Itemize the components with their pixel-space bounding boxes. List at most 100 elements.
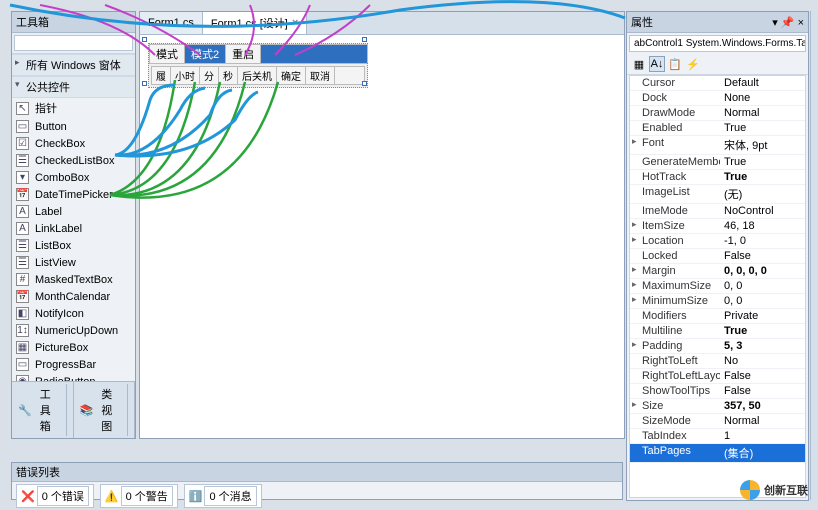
design-button[interactable]: 取消 xyxy=(306,67,335,84)
tabpage-2[interactable]: 模式2 xyxy=(184,44,226,63)
property-value[interactable]: 0, 0 xyxy=(720,294,805,308)
property-value[interactable]: True xyxy=(720,155,805,169)
property-value[interactable]: 宋体, 9pt xyxy=(720,136,805,154)
tool-item[interactable]: 📅MonthCalendar xyxy=(12,288,135,305)
properties-title-bar[interactable]: 属性 ▾ 📌 × xyxy=(627,12,808,33)
tool-item[interactable]: ALabel xyxy=(12,203,135,220)
property-value[interactable]: Private xyxy=(720,309,805,323)
property-row[interactable]: RightToLeftLayoutFalse xyxy=(630,369,805,384)
messages-filter[interactable]: ℹ️ 0 个消息 xyxy=(184,484,262,508)
property-value[interactable]: Normal xyxy=(720,106,805,120)
tool-item[interactable]: ▭Button xyxy=(12,118,135,135)
tool-item[interactable]: 1↕NumericUpDown xyxy=(12,322,135,339)
property-row[interactable]: GenerateMemberTrue xyxy=(630,155,805,170)
close-icon[interactable]: × xyxy=(292,17,298,29)
property-value[interactable]: False xyxy=(720,249,805,263)
tool-item[interactable]: ▭ProgressBar xyxy=(12,356,135,373)
property-row[interactable]: DockNone xyxy=(630,91,805,106)
property-value[interactable]: Default xyxy=(720,76,805,90)
resize-handle[interactable] xyxy=(362,81,367,86)
property-row[interactable]: LockedFalse xyxy=(630,249,805,264)
close-icon[interactable]: × xyxy=(798,17,804,29)
property-row[interactable]: ImageList(无) xyxy=(630,185,805,204)
property-value[interactable]: False xyxy=(720,369,805,383)
categorized-icon[interactable]: ▦ xyxy=(631,56,647,72)
property-row[interactable]: ImeModeNoControl xyxy=(630,204,805,219)
property-value[interactable]: (集合) xyxy=(720,444,805,462)
property-value[interactable]: True xyxy=(720,324,805,338)
tool-item[interactable]: #MaskedTextBox xyxy=(12,271,135,288)
tool-item[interactable]: ◧NotifyIcon xyxy=(12,305,135,322)
design-button[interactable]: 后关机 xyxy=(238,67,277,84)
properties-icon[interactable]: 📋 xyxy=(667,56,683,72)
toolbox-tab-tool[interactable]: 🔧 工具箱 xyxy=(12,382,74,438)
tool-item[interactable]: ▦PictureBox xyxy=(12,339,135,356)
resize-handle[interactable] xyxy=(142,37,147,42)
design-canvas[interactable]: 模式 模式2 重启 履小时分秒后关机确定取消 xyxy=(140,35,624,96)
property-value[interactable]: Normal xyxy=(720,414,805,428)
property-row[interactable]: Font宋体, 9pt xyxy=(630,136,805,155)
property-value[interactable]: False xyxy=(720,384,805,398)
property-row[interactable]: ShowToolTipsFalse xyxy=(630,384,805,399)
toolbox-search-input[interactable] xyxy=(14,35,133,51)
property-value[interactable]: None xyxy=(720,91,805,105)
tabpage-1[interactable]: 模式 xyxy=(149,44,185,63)
alphabetical-icon[interactable]: A↓ xyxy=(649,56,665,72)
tabpage-3[interactable]: 重启 xyxy=(225,44,261,63)
errors-filter[interactable]: ❌ 0 个错误 xyxy=(16,484,94,508)
property-value[interactable]: -1, 0 xyxy=(720,234,805,248)
tool-item[interactable]: ↖指针 xyxy=(12,98,135,118)
tool-item[interactable]: ◉RadioButton xyxy=(12,373,135,381)
property-value[interactable]: 5, 3 xyxy=(720,339,805,353)
property-row[interactable]: CursorDefault xyxy=(630,76,805,91)
tool-item[interactable]: ALinkLabel xyxy=(12,220,135,237)
warnings-filter[interactable]: ⚠️ 0 个警告 xyxy=(100,484,178,508)
toolbox-cat-windows[interactable]: 所有 Windows 窗体 xyxy=(12,54,135,76)
property-row[interactable]: MinimumSize0, 0 xyxy=(630,294,805,309)
right-dock-strip[interactable] xyxy=(810,11,818,500)
property-value[interactable]: 0, 0 xyxy=(720,279,805,293)
tool-item[interactable]: 📅DateTimePicker xyxy=(12,186,135,203)
property-value[interactable]: NoControl xyxy=(720,204,805,218)
design-button[interactable]: 小时 xyxy=(171,67,200,84)
file-tab-design[interactable]: Form1.cs [设计] × xyxy=(203,12,307,34)
toolbox-cat-common[interactable]: 公共控件 xyxy=(12,76,135,98)
property-value[interactable]: 0, 0, 0, 0 xyxy=(720,264,805,278)
dropdown-icon[interactable]: ▾ xyxy=(772,17,778,29)
property-row[interactable]: RightToLeftNo xyxy=(630,354,805,369)
design-button[interactable]: 分 xyxy=(200,67,219,84)
resize-handle[interactable] xyxy=(362,37,367,42)
error-list-title[interactable]: 错误列表 xyxy=(12,463,622,482)
properties-list[interactable]: CursorDefaultDockNoneDrawModeNormalEnabl… xyxy=(629,75,806,498)
property-row[interactable]: Location-1, 0 xyxy=(630,234,805,249)
tabcontrol-widget[interactable]: 模式 模式2 重启 履小时分秒后关机确定取消 xyxy=(148,43,368,88)
design-button[interactable]: 秒 xyxy=(219,67,238,84)
tool-item[interactable]: ☰CheckedListBox xyxy=(12,152,135,169)
design-button[interactable]: 履 xyxy=(152,67,171,84)
property-value[interactable]: True xyxy=(720,121,805,135)
resize-handle[interactable] xyxy=(142,81,147,86)
design-button[interactable]: 确定 xyxy=(277,67,306,84)
tool-item[interactable]: ☰ListBox xyxy=(12,237,135,254)
property-row[interactable]: MaximumSize0, 0 xyxy=(630,279,805,294)
toolbox-tab-class[interactable]: 📚 类视图 xyxy=(74,382,136,438)
property-value[interactable]: 46, 18 xyxy=(720,219,805,233)
property-row[interactable]: MultilineTrue xyxy=(630,324,805,339)
property-row[interactable]: DrawModeNormal xyxy=(630,106,805,121)
property-row[interactable]: ModifiersPrivate xyxy=(630,309,805,324)
property-value[interactable]: True xyxy=(720,170,805,184)
toolbox-title-bar[interactable]: 工具箱 xyxy=(12,12,135,33)
property-row[interactable]: HotTrackTrue xyxy=(630,170,805,185)
events-icon[interactable]: ⚡ xyxy=(685,56,701,72)
property-value[interactable]: No xyxy=(720,354,805,368)
property-row[interactable]: TabIndex1 xyxy=(630,429,805,444)
properties-object[interactable]: abControl1 System.Windows.Forms.TabContr… xyxy=(629,35,806,52)
property-value[interactable]: 1 xyxy=(720,429,805,443)
property-row[interactable]: EnabledTrue xyxy=(630,121,805,136)
property-value[interactable]: (无) xyxy=(720,185,805,203)
property-row[interactable]: Margin0, 0, 0, 0 xyxy=(630,264,805,279)
property-row[interactable]: ItemSize46, 18 xyxy=(630,219,805,234)
tool-item[interactable]: ▾ComboBox xyxy=(12,169,135,186)
property-row[interactable]: TabPages(集合) xyxy=(630,444,805,463)
file-tab-code[interactable]: Form1.cs xyxy=(140,12,203,34)
